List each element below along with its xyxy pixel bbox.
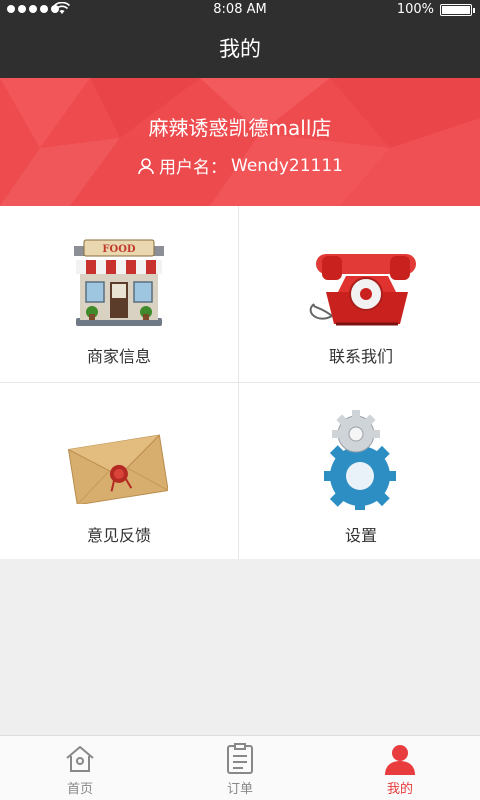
shop-name: 麻辣诱惑凯德mall店 [148,116,332,140]
divider [0,382,480,383]
menu-label: 商家信息 [86,347,151,366]
tab-label: 订单 [226,782,253,797]
username-label: 用户名： [159,158,227,178]
menu-item-feedback[interactable]: 意见反馈 [0,384,238,559]
menu-grid: FOOD 商家信息 联系我们 意见反馈 设置 [0,206,480,559]
tab-label: 首页 [66,782,93,797]
tab-label: 我的 [386,782,413,797]
tab-bar: 首页 订单 我的 [0,735,480,800]
menu-label: 联系我们 [328,347,393,366]
battery-percent: 100% [396,2,434,17]
username-row: 用户名： Wendy21111 [0,153,480,178]
store-sign: FOOD [102,244,136,255]
polygon-background [0,78,480,206]
menu-label: 意见反馈 [86,526,151,545]
user-icon [385,745,415,775]
tab-home[interactable]: 首页 [0,736,160,800]
gear-icon [324,410,396,510]
user-outline-icon [138,157,154,174]
menu-label: 设置 [344,526,377,545]
envelope-icon [68,434,168,504]
menu-item-merchant-info[interactable]: FOOD 商家信息 [0,206,238,381]
battery-icon [440,4,475,16]
tab-mine[interactable]: 我的 [320,736,480,800]
order-list-icon [227,743,253,774]
username-value: Wendy21111 [231,155,343,176]
telephone-icon [309,254,416,326]
profile-header: 麻辣诱惑凯德mall店 用户名： Wendy21111 [0,78,480,206]
status-bar: 8:08 AM 100% [0,0,480,20]
page-title: 我的 [0,20,480,78]
storefront-icon: FOOD [74,239,164,326]
home-icon [66,746,94,772]
menu-item-contact-us[interactable]: 联系我们 [242,206,480,381]
tab-orders[interactable]: 订单 [160,736,320,800]
menu-item-settings[interactable]: 设置 [242,384,480,559]
